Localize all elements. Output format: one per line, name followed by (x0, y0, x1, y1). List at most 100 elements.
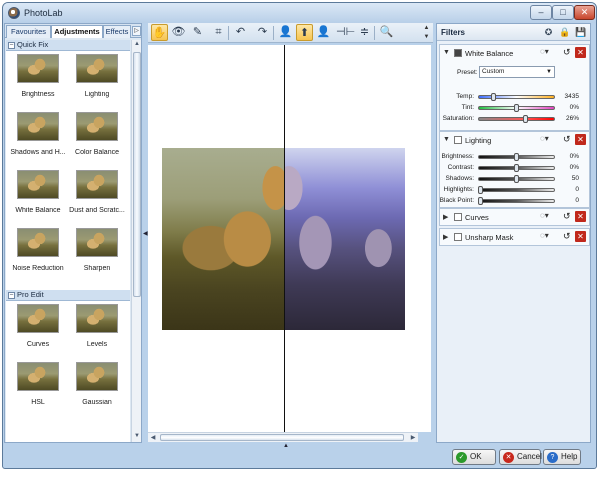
adjustment-item[interactable]: Sharpen (68, 228, 126, 272)
mask-icon[interactable]: ◌▾ (540, 211, 556, 222)
reset-icon[interactable]: ↺ (563, 231, 573, 242)
delete-filter-icon[interactable]: ✕ (575, 231, 586, 242)
slider-knob[interactable] (523, 115, 529, 123)
title-bar[interactable]: PhotoLab – □ ✕ (3, 3, 596, 23)
param-slider[interactable] (478, 95, 555, 99)
lock-icon[interactable]: 🔒 (559, 27, 570, 38)
curves-checkbox[interactable] (454, 213, 462, 221)
maximize-button[interactable]: □ (552, 5, 574, 20)
adjustment-thumbnail (17, 112, 59, 141)
collapsed-triangle-icon[interactable]: ▶ (443, 233, 448, 241)
section-title: Quick Fix (17, 40, 49, 49)
collapse-toggle-icon[interactable]: – (8, 42, 15, 49)
unsharp-mask-filter: ▶ Unsharp Mask ◌▾ ↺ ✕ (439, 228, 590, 246)
section-header[interactable]: – Quick Fix (6, 40, 130, 51)
adjustment-item[interactable]: Shadows and H... (9, 112, 67, 156)
adjustment-item[interactable]: Brightness (9, 54, 67, 98)
delete-filter-icon[interactable]: ✕ (575, 211, 586, 222)
mask-icon[interactable]: ◌▾ (540, 134, 556, 145)
horizontal-scrollbar[interactable]: ◀ ▶ (148, 432, 418, 442)
ok-button[interactable]: ✓ OK (452, 449, 496, 465)
cancel-button[interactable]: ✕ Cancel (499, 449, 542, 465)
close-button[interactable]: ✕ (574, 5, 595, 20)
add-filter-icon[interactable]: ✪ (543, 27, 554, 38)
filter-header-curves[interactable]: ▶ Curves ◌▾ ↺ ✕ (440, 209, 589, 225)
slider-knob[interactable] (478, 197, 483, 205)
tab-adjustments[interactable]: Adjustments (51, 25, 103, 38)
crop-icon[interactable]: ⌗ (210, 24, 227, 41)
collapsed-triangle-icon[interactable]: ▶ (443, 213, 448, 221)
section-header[interactable]: – Pro Edit (6, 290, 130, 301)
mask-icon[interactable]: ◌▾ (540, 231, 556, 242)
adjustment-item[interactable]: Noise Reduction (9, 228, 67, 272)
reset-icon[interactable]: ↺ (563, 211, 573, 222)
slider-knob[interactable] (514, 104, 519, 112)
compare-split-line[interactable] (284, 45, 285, 432)
filter-header-unsharp-mask[interactable]: ▶ Unsharp Mask ◌▾ ↺ ✕ (440, 229, 589, 245)
slider-knob[interactable] (490, 93, 496, 101)
help-button[interactable]: ? Help (543, 449, 581, 465)
filter-header-white-balance[interactable]: ▼ White Balance ◌▾ ↺ ✕ (440, 45, 589, 61)
scroll-down-icon[interactable]: ▼ (133, 433, 141, 441)
adjustment-item[interactable]: White Balance (9, 170, 67, 214)
collapse-left-panel-icon[interactable]: ◀ (143, 230, 148, 240)
split-compare-icon[interactable]: ⊣⊢ (336, 24, 355, 41)
vertical-scrollbar[interactable]: ▲ ▼ (131, 40, 141, 442)
adjustment-item[interactable]: Lighting (68, 54, 126, 98)
param-slider[interactable] (478, 117, 555, 121)
compare-icon[interactable]: ≑ (356, 24, 373, 41)
expand-triangle-icon[interactable]: ▼ (443, 49, 450, 56)
red-eye-icon[interactable]: ✎ (189, 24, 206, 41)
scroll-thumb[interactable] (133, 52, 141, 297)
slider-knob[interactable] (514, 164, 519, 172)
undo-icon[interactable]: ↶ (232, 24, 249, 41)
before-after-icon[interactable]: 👤 (315, 24, 332, 41)
cancel-label: Cancel (517, 452, 542, 461)
filter-name: White Balance (465, 49, 514, 58)
toolbar-separator (228, 26, 229, 40)
adjustment-item[interactable]: Levels (68, 304, 126, 348)
delete-filter-icon[interactable]: ✕ (575, 134, 586, 145)
hand-icon[interactable]: ✋ (151, 24, 168, 41)
param-slider[interactable] (478, 199, 555, 203)
redo-icon[interactable]: ↷ (254, 24, 271, 41)
delete-filter-icon[interactable]: ✕ (575, 47, 586, 58)
split-view-icon[interactable]: ⬆ (296, 24, 313, 41)
reset-icon[interactable]: ↺ (563, 47, 573, 58)
unsharp-mask-checkbox[interactable] (454, 233, 462, 241)
scroll-up-icon[interactable]: ▲ (133, 41, 141, 49)
adjustment-label: Curves (26, 341, 50, 348)
preset-dropdown[interactable]: Custom ▼ (479, 66, 555, 78)
tab-scroll-right-icon[interactable]: ▷ (132, 26, 141, 36)
zoom-icon[interactable]: 🔍 (378, 24, 395, 41)
param-slider[interactable] (478, 188, 555, 192)
lighting-checkbox[interactable] (454, 136, 462, 144)
white-balance-checkbox[interactable] (454, 49, 462, 57)
adjustment-label: Gaussian (82, 399, 112, 406)
tab-favourites[interactable]: Favourites (6, 25, 51, 38)
slider-knob[interactable] (478, 186, 483, 194)
scroll-left-icon[interactable]: ◀ (149, 434, 157, 442)
single-view-icon[interactable]: 👤 (277, 24, 294, 41)
h-scroll-thumb[interactable] (160, 434, 404, 441)
filter-header-lighting[interactable]: ▼ Lighting ◌▾ ↺ ✕ (440, 132, 589, 148)
toolbar-scroll-icon[interactable]: ▲ ▼ (422, 24, 431, 43)
adjustment-item[interactable]: HSL (9, 362, 67, 406)
tab-effects[interactable]: Effects (103, 25, 131, 38)
adjustment-item[interactable]: Color Balance (68, 112, 126, 156)
collapse-toggle-icon[interactable]: – (8, 292, 15, 299)
reset-icon[interactable]: ↺ (563, 134, 573, 145)
scroll-right-icon[interactable]: ▶ (409, 434, 417, 442)
minimize-button[interactable]: – (530, 5, 552, 20)
slider-knob[interactable] (514, 153, 519, 161)
adjustment-item[interactable]: Dust and Scratc... (68, 170, 126, 214)
adjustment-item[interactable]: Curves (9, 304, 67, 348)
save-icon[interactable]: 💾 (575, 27, 586, 38)
adjustment-label: Shadows and H... (10, 149, 66, 156)
expand-triangle-icon[interactable]: ▼ (443, 136, 450, 143)
image-canvas[interactable] (148, 45, 431, 432)
slider-knob[interactable] (514, 175, 519, 183)
mask-icon[interactable]: ◌▾ (540, 47, 556, 58)
eye-icon[interactable]: 👁 (170, 24, 187, 41)
adjustment-item[interactable]: Gaussian (68, 362, 126, 406)
